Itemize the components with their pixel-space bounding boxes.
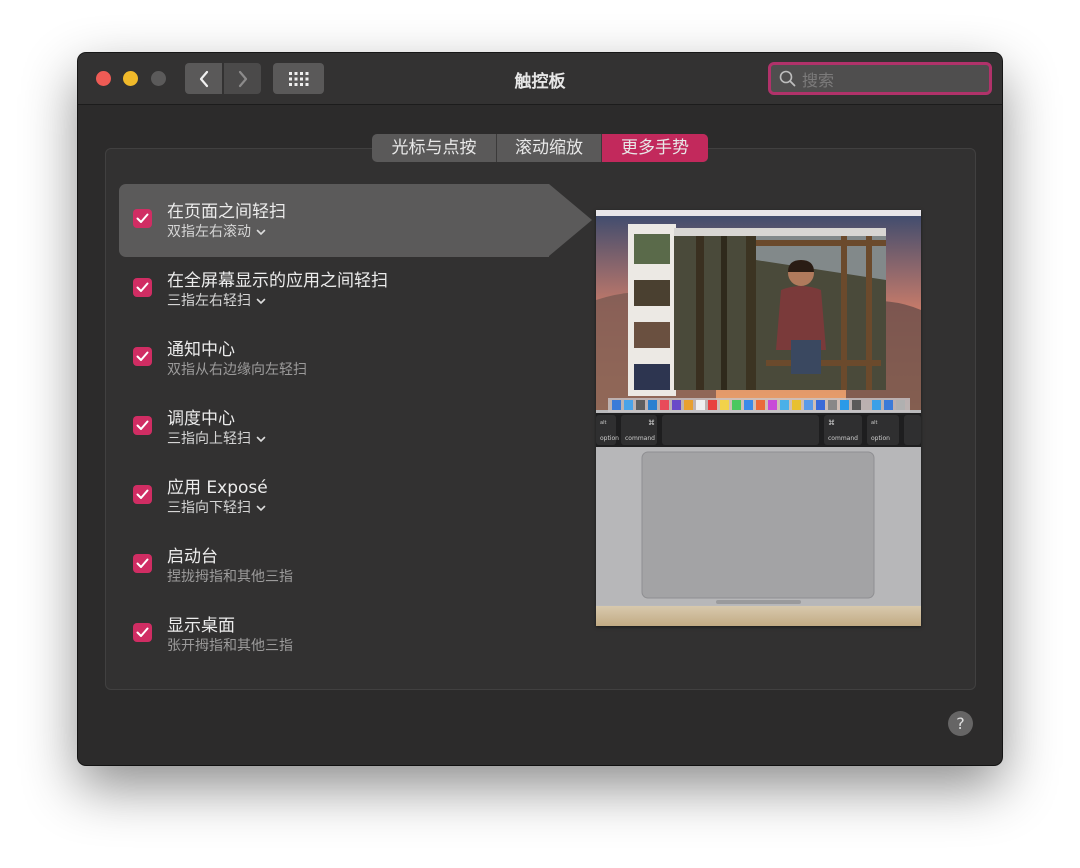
- titlebar: 触控板 搜索: [78, 53, 1002, 105]
- command-key-label-right: command: [828, 435, 858, 442]
- gesture-option-dropdown[interactable]: 双指左右滚动: [167, 221, 266, 241]
- chevron-left-icon: [199, 70, 208, 87]
- forward-button[interactable]: [224, 63, 261, 94]
- checkmark-icon: [136, 489, 149, 499]
- swipe-fullscreen-checkbox[interactable]: [133, 278, 152, 297]
- gesture-subtitle: 三指左右轻扫: [167, 293, 251, 309]
- command-key-label-left: command: [625, 435, 655, 442]
- command-symbol-right: ⌘: [828, 419, 835, 427]
- gesture-title: 调度中心: [167, 409, 235, 429]
- tab-bar: 光标与点按 滚动缩放 更多手势: [372, 134, 708, 162]
- show-desktop-checkbox[interactable]: [133, 623, 152, 642]
- show-all-button[interactable]: [273, 63, 324, 94]
- tab-more-gestures[interactable]: 更多手势: [602, 134, 708, 162]
- tab-point-and-click[interactable]: 光标与点按: [372, 134, 497, 162]
- option-key-label-right: option: [871, 435, 890, 442]
- alt-key-label: alt: [871, 420, 877, 426]
- gesture-option-dropdown[interactable]: 三指左右轻扫: [167, 290, 266, 310]
- checkmark-icon: [136, 558, 149, 568]
- option-key-label-left: option: [600, 435, 619, 442]
- chevron-down-icon: [256, 229, 266, 235]
- checkmark-icon: [136, 627, 149, 637]
- gesture-subtitle: 张开拇指和其他三指: [167, 638, 293, 654]
- notification-center-checkbox[interactable]: [133, 347, 152, 366]
- mission-control-checkbox[interactable]: [133, 416, 152, 435]
- gesture-subtitle: 双指左右滚动: [167, 224, 251, 240]
- gesture-subtitle: 三指向下轻扫: [167, 500, 251, 516]
- launchpad-checkbox[interactable]: [133, 554, 152, 573]
- back-button[interactable]: [185, 63, 222, 94]
- grid-icon: [288, 71, 308, 86]
- search-placeholder: 搜索: [802, 70, 835, 90]
- gesture-title: 应用 Exposé: [167, 478, 268, 498]
- checkmark-icon: [136, 282, 149, 292]
- minimize-button[interactable]: [123, 71, 138, 86]
- gesture-title: 在全屏幕显示的应用之间轻扫: [167, 271, 388, 291]
- gesture-option-dropdown[interactable]: 三指向上轻扫: [167, 428, 266, 448]
- gesture-title: 通知中心: [167, 340, 235, 360]
- checkmark-icon: [136, 213, 149, 223]
- chevron-down-icon: [256, 505, 266, 511]
- checkmark-icon: [136, 420, 149, 430]
- gesture-subtitle: 三指向上轻扫: [167, 431, 251, 447]
- alt-key-label-left: alt: [600, 420, 606, 426]
- search-field[interactable]: 搜索: [768, 62, 992, 95]
- gesture-option-dropdown[interactable]: 三指向下轻扫: [167, 497, 266, 517]
- search-icon: [779, 70, 796, 87]
- gesture-title: 启动台: [167, 547, 218, 567]
- command-symbol-left: ⌘: [648, 419, 655, 427]
- chevron-down-icon: [256, 298, 266, 304]
- close-button[interactable]: [96, 71, 111, 86]
- chevron-right-icon: [238, 70, 247, 87]
- tab-scroll-and-zoom[interactable]: 滚动缩放: [497, 134, 602, 162]
- checkmark-icon: [136, 351, 149, 361]
- swipe-pages-checkbox[interactable]: [133, 209, 152, 228]
- app-expose-checkbox[interactable]: [133, 485, 152, 504]
- chevron-down-icon: [256, 436, 266, 442]
- gesture-title: 显示桌面: [167, 616, 235, 636]
- gesture-title: 在页面之间轻扫: [167, 202, 286, 222]
- macbook-illustration: option command ⌘ ⌘ command alt option al…: [596, 210, 921, 626]
- zoom-button[interactable]: [151, 71, 166, 86]
- gesture-subtitle: 双指从右边缘向左轻扫: [167, 362, 307, 378]
- system-preferences-window: 触控板 搜索 光标与点按 滚动缩放 更多手势 在页面之间轻扫 双指左右滚动 在全…: [78, 53, 1002, 765]
- gesture-preview-video: option command ⌘ ⌘ command alt option al…: [596, 210, 921, 626]
- help-button[interactable]: ?: [948, 711, 973, 736]
- gesture-subtitle: 捏拢拇指和其他三指: [167, 569, 293, 585]
